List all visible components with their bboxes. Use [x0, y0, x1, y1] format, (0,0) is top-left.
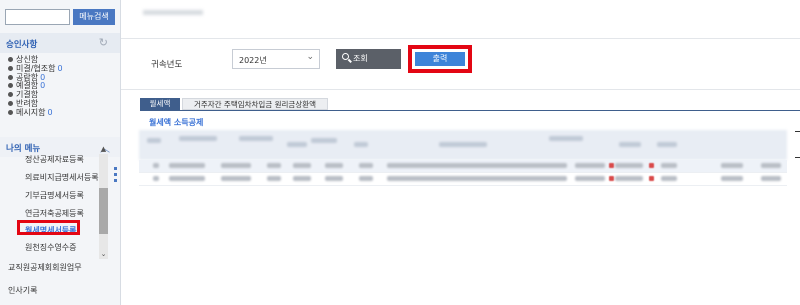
approval-section-title: 승인사항 — [6, 40, 38, 50]
refresh-icon[interactable]: ↻ — [99, 36, 108, 49]
bullet-icon — [8, 109, 13, 115]
search-icon — [342, 53, 349, 60]
bullet-icon — [8, 100, 13, 106]
approval-section-header[interactable]: 승인사항 ↻ — [0, 33, 120, 53]
approval-item-messages[interactable]: 메시지함 0 — [8, 108, 63, 118]
my-menu-item-withholding-receipt[interactable]: 원천징수영수증 — [25, 242, 77, 253]
grid-header — [139, 130, 787, 160]
table-row[interactable] — [139, 173, 787, 186]
menu-scrollbar[interactable] — [99, 154, 108, 259]
year-select[interactable]: 2022년 ⌄ — [232, 49, 320, 69]
highlight-box — [17, 220, 80, 235]
print-highlight-box: 출력 — [408, 45, 472, 73]
bullet-icon — [8, 57, 13, 62]
menu-item-teacher-mutual-aid[interactable]: 교직원공제회회원업무 — [8, 262, 82, 273]
tab-divider — [140, 110, 800, 111]
bullet-icon — [8, 83, 13, 89]
chevron-down-icon: ⌄ — [306, 52, 314, 62]
main-content: 귀속년도 2022년 ⌄ 조회 출력 월세액 거주자간 주택임차차입금 원리금상… — [121, 0, 800, 305]
year-select-value: 2022년 — [239, 56, 267, 65]
tab-monthly-rent[interactable]: 월세액 — [140, 98, 180, 110]
section-title: 월세액 소득공제 — [149, 118, 204, 127]
scrollbar-thumb[interactable] — [99, 188, 108, 234]
menu-item-hr-records[interactable]: 인사기록 — [8, 285, 37, 296]
my-menu-item-pension-savings[interactable]: 연금저축공제등록 — [25, 208, 84, 219]
table-row[interactable] — [139, 160, 787, 173]
bullet-icon — [8, 74, 13, 80]
year-label: 귀속년도 — [151, 60, 183, 70]
search-button-label: 조회 — [353, 54, 368, 63]
scroll-up-icon[interactable]: ▲ — [99, 145, 108, 154]
grid-edge-marker — [795, 157, 800, 158]
chevron-down-icon[interactable]: ⌄ — [99, 250, 108, 259]
search-button[interactable]: 조회 — [336, 49, 401, 69]
filter-bar: 귀속년도 2022년 ⌄ 조회 출력 — [121, 38, 800, 90]
bullet-icon — [8, 65, 13, 71]
print-button[interactable]: 출력 — [415, 52, 465, 66]
menu-search-input[interactable] — [5, 9, 70, 25]
my-menu-item-deduction-data[interactable]: 정산공제자료등록 — [25, 154, 84, 165]
blurred-header-text — [143, 10, 203, 15]
my-menu-item-donation[interactable]: 기부금명세서등록 — [25, 190, 84, 201]
grid-edge-marker — [795, 131, 800, 132]
splitter-handle[interactable] — [114, 167, 117, 185]
bullet-icon — [8, 92, 13, 98]
approval-list: 상신함 미결/협조함 0 공람함 0 예결함 0 기결함 반려함 메시지함 0 — [8, 55, 63, 118]
tab-housing-loan-repayment[interactable]: 거주자간 주택임차차입금 원리금상환액 — [182, 98, 328, 110]
menu-search-button[interactable]: 메뉴검색 — [73, 9, 115, 25]
my-menu-item-medical[interactable]: 의료비지급명세서등록 — [25, 172, 99, 183]
sidebar: 메뉴검색 승인사항 ↻ 상신함 미결/협조함 0 공람함 0 예결함 0 기결함 반려… — [0, 0, 121, 305]
